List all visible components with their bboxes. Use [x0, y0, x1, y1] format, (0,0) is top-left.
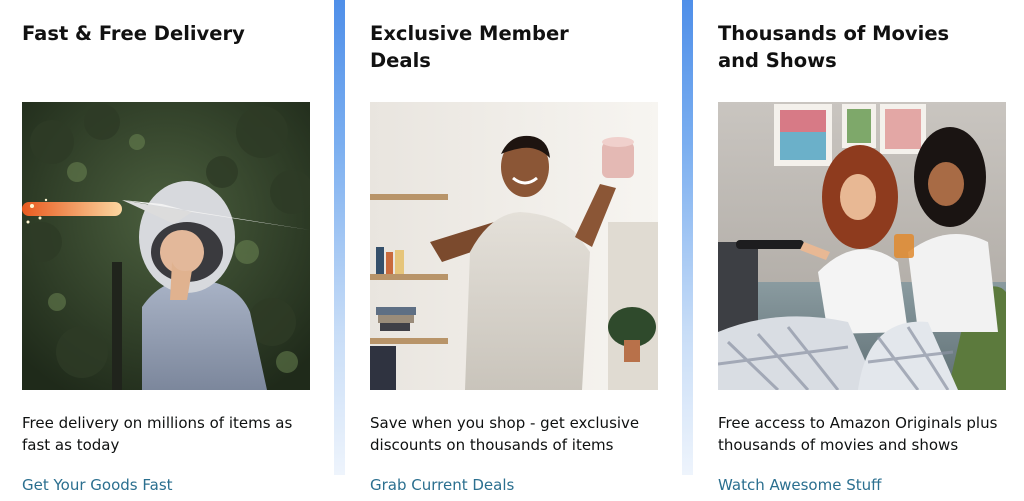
delivery-photo: [22, 102, 310, 390]
benefit-card-movies: Thousands of Movies and Shows Free acces…: [696, 0, 1024, 501]
card-title: Exclusive Member Deals: [370, 22, 569, 72]
grab-current-deals-link[interactable]: Grab Current Deals: [370, 475, 514, 495]
get-goods-fast-link[interactable]: Get Your Goods Fast: [22, 475, 173, 495]
deals-image: [370, 102, 658, 390]
card-description: Free access to Amazon Originals plus tho…: [718, 414, 998, 454]
card-title: Thousands of Movies and Shows: [718, 22, 950, 72]
card-divider: [334, 0, 345, 475]
card-divider: [682, 0, 693, 475]
movies-image: [718, 102, 1006, 390]
benefit-card-deals: Exclusive Member Deals Save when you sho…: [348, 0, 682, 501]
delivery-image: [22, 102, 310, 390]
card-description: Free delivery on millions of items as fa…: [22, 414, 293, 454]
deals-photo: [370, 102, 658, 390]
card-description: Save when you shop - get exclusive disco…: [370, 414, 640, 454]
benefit-card-delivery: Fast & Free Delivery Free delivery on mi…: [0, 0, 334, 501]
card-title: Fast & Free Delivery: [22, 22, 245, 45]
benefits-section: Fast & Free Delivery Free delivery on mi…: [0, 0, 1024, 501]
watch-awesome-stuff-link[interactable]: Watch Awesome Stuff: [718, 475, 881, 495]
movies-photo: [718, 102, 1006, 390]
